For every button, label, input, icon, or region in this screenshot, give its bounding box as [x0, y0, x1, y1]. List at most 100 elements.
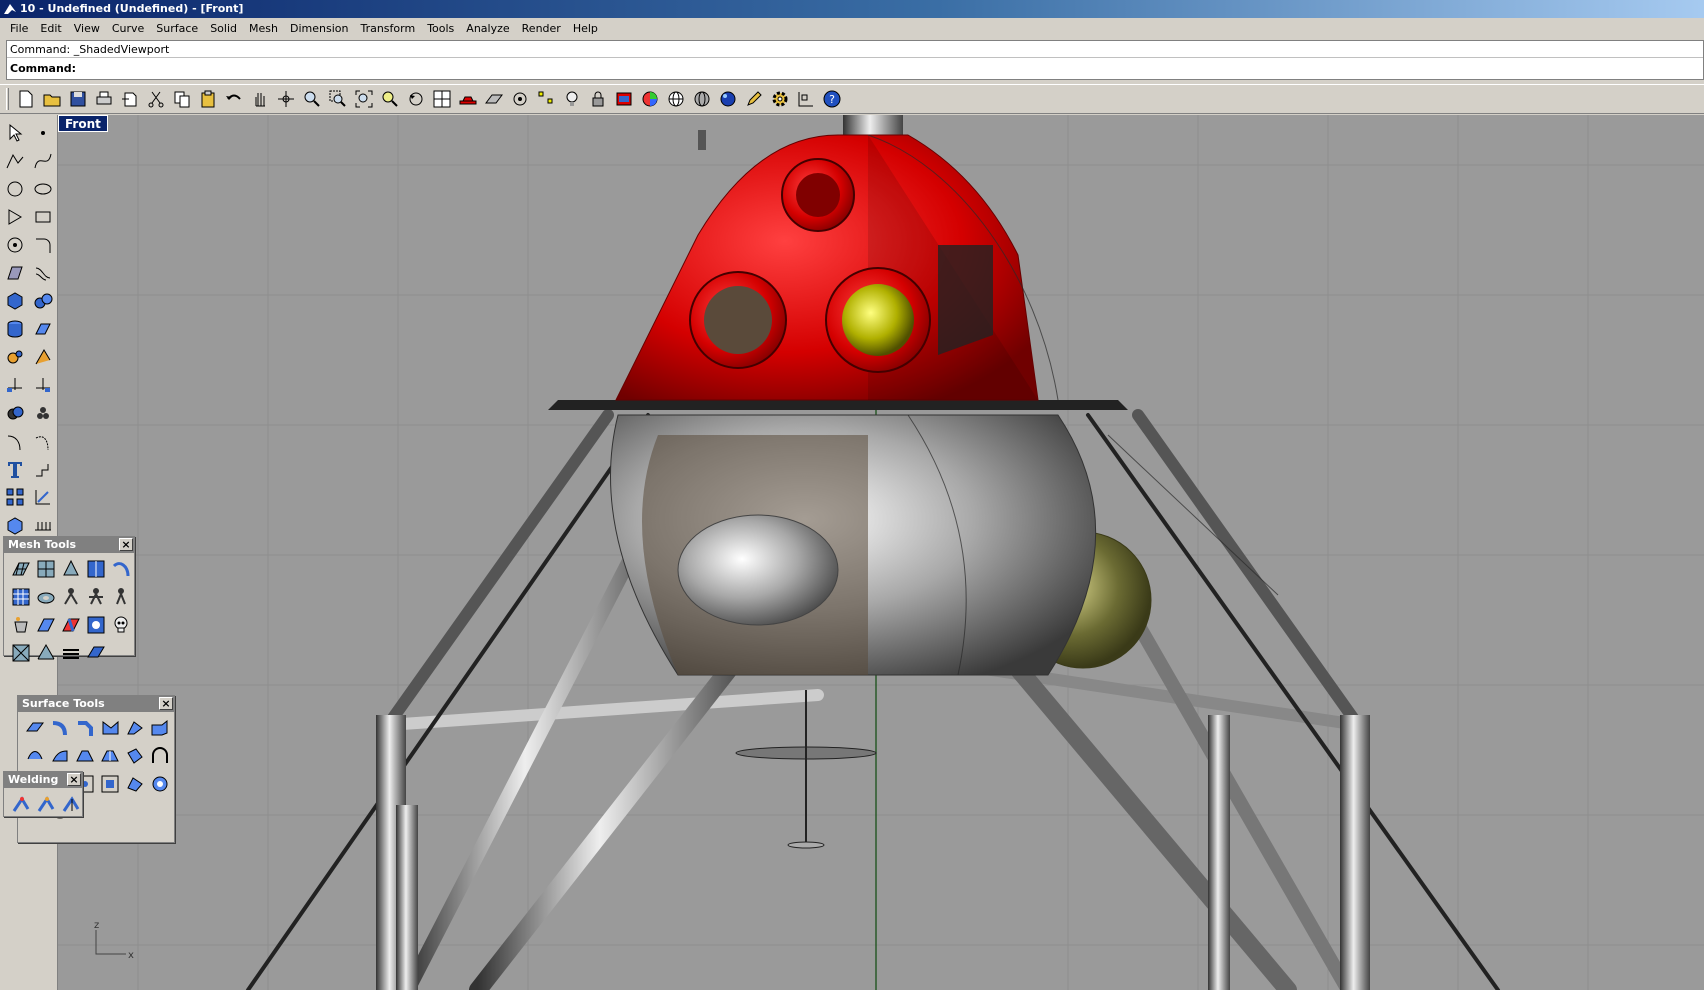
four-viewports-icon[interactable]	[429, 86, 455, 112]
front-viewport[interactable]: Front	[58, 115, 1704, 990]
menu-tools[interactable]: Tools	[421, 22, 460, 35]
boolean-icon[interactable]	[29, 343, 57, 371]
pencil-icon[interactable]	[741, 86, 767, 112]
surface-tools-close-icon[interactable]: ×	[159, 697, 173, 710]
wireframe-sphere-icon[interactable]	[663, 86, 689, 112]
surface-tools-titlebar[interactable]: Surface Tools ×	[18, 696, 174, 712]
trim-icon[interactable]	[1, 371, 29, 399]
mesh-from-nurbs-icon[interactable]	[7, 555, 35, 583]
mesh-cut-icon[interactable]	[7, 639, 35, 667]
menu-edit[interactable]: Edit	[34, 22, 67, 35]
mesh-bend-icon[interactable]	[107, 555, 135, 583]
help-icon[interactable]: ?	[819, 86, 845, 112]
mesh-torus-icon[interactable]	[32, 583, 60, 611]
lock-icon[interactable]	[585, 86, 611, 112]
select-arrow-icon[interactable]	[1, 119, 29, 147]
surface-fillet-icon[interactable]	[46, 714, 74, 742]
sphere-icon[interactable]	[29, 287, 57, 315]
surface-rebuild-icon[interactable]	[21, 742, 49, 770]
menu-surface[interactable]: Surface	[150, 22, 204, 35]
menu-analyze[interactable]: Analyze	[460, 22, 515, 35]
welding-palette[interactable]: Welding ×	[3, 771, 83, 817]
mesh-trim-icon[interactable]	[32, 639, 60, 667]
polygon-icon[interactable]	[1, 203, 29, 231]
menu-dimension[interactable]: Dimension	[284, 22, 354, 35]
gear-icon[interactable]	[767, 86, 793, 112]
paste-icon[interactable]	[195, 86, 221, 112]
point-icon[interactable]	[29, 119, 57, 147]
boolean-split-icon[interactable]	[29, 399, 57, 427]
welding-close-icon[interactable]: ×	[67, 773, 81, 786]
save-icon[interactable]	[65, 86, 91, 112]
mesh-tools-close-icon[interactable]: ×	[119, 538, 133, 551]
mesh-vertex-icon[interactable]	[57, 555, 85, 583]
toolbar-grip[interactable]	[6, 88, 9, 110]
rendered-sphere-icon[interactable]	[715, 86, 741, 112]
curve-icon[interactable]	[29, 147, 57, 175]
dimension-icon[interactable]	[29, 455, 57, 483]
mesh-repair-icon[interactable]	[82, 611, 110, 639]
surface-corner-icon[interactable]	[1, 259, 29, 287]
scale-icon[interactable]	[29, 483, 57, 511]
weld-icon[interactable]	[7, 790, 35, 818]
surface-target-icon[interactable]	[146, 770, 174, 798]
car-icon[interactable]	[455, 86, 481, 112]
menu-help[interactable]: Help	[567, 22, 604, 35]
mesh-figure-icon[interactable]	[57, 583, 85, 611]
cut-icon[interactable]	[143, 86, 169, 112]
copy-icon[interactable]	[169, 86, 195, 112]
circle-icon[interactable]	[1, 175, 29, 203]
surface-untrim-icon[interactable]	[121, 742, 149, 770]
surface-frame-icon[interactable]	[96, 770, 124, 798]
surface-plane-icon[interactable]	[21, 714, 49, 742]
mesh-tools-titlebar[interactable]: Mesh Tools ×	[4, 537, 134, 553]
split-icon[interactable]	[29, 371, 57, 399]
shaded-sphere-icon[interactable]	[689, 86, 715, 112]
boolean-union-icon[interactable]	[1, 399, 29, 427]
command-input[interactable]	[80, 62, 1703, 75]
menu-mesh[interactable]: Mesh	[243, 22, 284, 35]
mesh-color-icon[interactable]	[57, 611, 85, 639]
skull-icon[interactable]	[107, 611, 135, 639]
mesh-plane-icon[interactable]	[32, 555, 60, 583]
array-icon[interactable]	[1, 483, 29, 511]
light-bulb-icon[interactable]	[559, 86, 585, 112]
mesh-figure-2-icon[interactable]	[82, 583, 110, 611]
print-icon[interactable]	[91, 86, 117, 112]
welding-titlebar[interactable]: Welding ×	[4, 772, 82, 788]
surface-arch-icon[interactable]	[146, 742, 174, 770]
menu-solid[interactable]: Solid	[204, 22, 243, 35]
color-wheel-icon[interactable]	[637, 86, 663, 112]
import-icon[interactable]	[117, 86, 143, 112]
zoom-icon[interactable]	[299, 86, 325, 112]
blend-curve-icon[interactable]	[29, 427, 57, 455]
mesh-bucket-icon[interactable]	[7, 611, 35, 639]
surface-chamfer-icon[interactable]	[71, 714, 99, 742]
menu-render[interactable]: Render	[516, 22, 567, 35]
surface-tools-palette[interactable]: Surface Tools ×	[17, 695, 175, 843]
model-render[interactable]	[58, 115, 1704, 990]
menu-transform[interactable]: Transform	[354, 22, 421, 35]
mesh-split-icon[interactable]	[82, 555, 110, 583]
offset-curve-icon[interactable]	[1, 427, 29, 455]
pan-hand-icon[interactable]	[247, 86, 273, 112]
zoom-selected-icon[interactable]	[377, 86, 403, 112]
surface-extend-icon[interactable]	[96, 714, 124, 742]
menu-curve[interactable]: Curve	[106, 22, 150, 35]
rectangle-icon[interactable]	[29, 203, 57, 231]
open-folder-icon[interactable]	[39, 86, 65, 112]
viewport-title-tab[interactable]: Front	[58, 115, 108, 132]
rotate-view-icon[interactable]	[273, 86, 299, 112]
extrude-icon[interactable]	[29, 315, 57, 343]
new-file-icon[interactable]	[13, 86, 39, 112]
polyline-icon[interactable]	[1, 147, 29, 175]
surface-merge-icon[interactable]	[71, 742, 99, 770]
explode-icon[interactable]	[1, 343, 29, 371]
surface-offset-icon[interactable]	[146, 714, 174, 742]
mesh-grid-icon[interactable]	[7, 583, 35, 611]
surface-rotate-icon[interactable]	[121, 770, 149, 798]
surface-split-icon[interactable]	[96, 742, 124, 770]
grid-icon[interactable]	[481, 86, 507, 112]
cylinder-icon[interactable]	[1, 315, 29, 343]
surface-match-icon[interactable]	[46, 742, 74, 770]
